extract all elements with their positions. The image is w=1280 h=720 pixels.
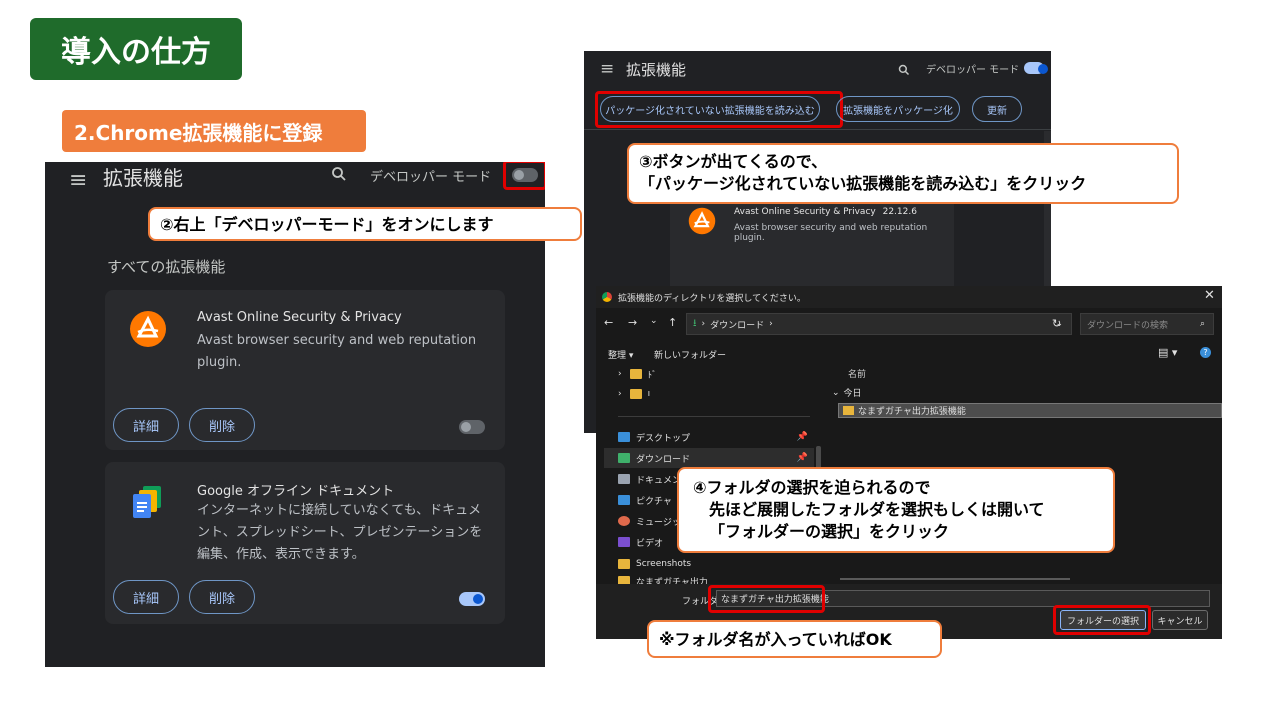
history-dropdown-icon[interactable]: ⌄ [650,316,658,326]
new-folder-button[interactable]: 新しいフォルダー [654,348,726,361]
sidebar-item-label: ビデオ [636,538,664,549]
page-title: 拡張機能 [626,61,687,79]
dialog-title: 拡張機能のディレクトリを選択してください。 [618,293,806,304]
download-icon: ⭳ [693,317,697,329]
extension-toggle[interactable] [459,420,485,434]
pin-icon: 📌 [796,432,808,442]
group-header-today[interactable]: ⌄ 今日 [832,386,862,400]
sidebar-item-screenshots[interactable]: Screenshots [604,554,814,574]
search-icon[interactable] [331,166,347,186]
google-docs-icon [131,484,165,524]
callout-step2-text: ②右上「デベロッパーモード」をオンにします [160,215,494,234]
extension-name: Google オフライン ドキュメント [197,484,395,499]
divider [618,416,810,417]
extension-description: Avast browser security and web reputatio… [197,333,477,370]
search-input[interactable]: ダウンロードの検索 ⌕ [1080,313,1214,335]
search-placeholder: ダウンロードの検索 [1087,320,1169,331]
search-icon: ⌕ [1199,319,1205,329]
callout-step4-line3: 「フォルダーの選択」をクリック [709,522,950,541]
extension-toggle[interactable] [459,592,485,606]
dev-mode-label: デベロッパー モード [370,170,492,185]
up-folder-icon[interactable]: ↑ [668,316,677,329]
extension-description: インターネットに接続していなくても、ドキュメント、スプレッドシート、プレゼンテー… [197,503,483,562]
refresh-icon[interactable]: ↻ [1052,317,1061,330]
divider [584,129,1051,130]
callout-step4-line1: ④フォルダの選択を迫られるので [693,478,931,497]
sidebar-item-downloads[interactable]: ダウンロード 📌 [604,448,814,468]
extension-name: Avast Online Security & Privacy 22.12.6 [734,207,917,217]
folder-field-highlight [708,585,825,613]
forward-icon[interactable]: → [628,316,637,329]
select-folder-highlight [1053,605,1151,635]
view-options-icon[interactable]: ▤ ▾ [1158,346,1177,359]
callout-step4: ④フォルダの選択を迫られるので 先ほど展開したフォルダを選択もしくは開いて 「フ… [677,467,1115,553]
search-icon[interactable] [898,61,910,80]
dev-mode-label: デベロッパー モード [926,65,1020,76]
tree-item[interactable]: › ı [604,384,814,404]
extension-version: 22.12.6 [882,207,917,217]
callout-step4-line2: 先ほど展開したフォルダを選択もしくは開いて [709,500,1045,519]
chevron-down-icon: ⌄ [832,387,840,398]
breadcrumb-separator-icon: › [701,319,706,329]
folder-item-selected[interactable]: なまずガチャ出力拡張機能 [838,403,1222,418]
horizontal-scrollbar[interactable] [840,578,1070,580]
callout-step2: ②右上「デベロッパーモード」をオンにします [148,207,582,241]
step-heading: 2.Chrome拡張機能に登録 [62,110,366,152]
avast-logo-icon [129,310,167,352]
menu-icon[interactable]: ≡ [69,168,87,193]
pin-icon: 📌 [796,453,808,463]
slide-title: 導入の仕方 [30,18,242,80]
details-button[interactable]: 詳細 [113,408,179,442]
address-bar[interactable]: ⭳ › ダウンロード › ⌄ [686,313,1072,335]
details-button[interactable]: 詳細 [113,580,179,614]
breadcrumb-downloads[interactable]: ダウンロード [710,318,764,331]
dev-mode-toggle[interactable] [512,168,538,182]
group-label: 今日 [843,389,862,399]
load-unpacked-highlight [595,91,843,128]
callout-step3-line2: 「パッケージ化されていない拡張機能を読み込む」をクリック [639,174,1087,193]
remove-button[interactable]: 削除 [189,580,255,614]
remove-button[interactable]: 削除 [189,408,255,442]
callout-step3: ③ボタンが出てくるので、 「パッケージ化されていない拡張機能を読み込む」をクリッ… [627,143,1179,204]
help-icon[interactable]: ? [1200,347,1211,358]
page-title: 拡張機能 [103,166,183,190]
chrome-icon [602,292,612,302]
back-icon[interactable]: ← [604,316,613,329]
close-icon[interactable]: ✕ [1204,288,1215,303]
section-title: すべての拡張機能 [107,258,226,276]
folder-icon [843,406,854,415]
avast-logo-icon [688,207,716,239]
callout-note: ※フォルダ名が入っていればOK [647,620,942,658]
sidebar-item-label: ダウンロード [636,454,691,465]
column-header-name[interactable]: 名前 [848,367,866,380]
sidebar-item-desktop[interactable]: デスクトップ 📌 [604,427,814,447]
extension-description: Avast browser security and web reputatio… [734,223,928,243]
sidebar-item-label: ピクチャ [636,496,672,507]
breadcrumb-chevron-icon: › [769,319,773,329]
callout-note-text: ※フォルダ名が入っていればOK [659,630,892,649]
extension-name: Avast Online Security & Privacy [197,310,402,325]
update-button[interactable]: 更新 [972,96,1022,122]
extension-name-text: Avast Online Security & Privacy [734,207,876,217]
folder-picker-dialog: 拡張機能のディレクトリを選択してください。 ✕ ← → ⌄ ↑ ⭳ › ダウンロ… [596,286,1222,639]
cancel-button[interactable]: キャンセル [1152,610,1208,630]
extension-card-google-docs: Google オフライン ドキュメント インターネットに接続していなくても、ドキ… [105,462,505,624]
callout-step3-line1: ③ボタンが出てくるので、 [639,152,828,171]
dev-mode-toggle[interactable] [1024,62,1048,74]
extension-card-avast: Avast Online Security & Privacy Avast br… [105,290,505,450]
sidebar-item-label: Screenshots [636,559,692,569]
tree-item[interactable]: › ﾄﾞ [604,364,814,384]
dialog-titlebar: 拡張機能のディレクトリを選択してください。 [596,286,1222,308]
pack-extension-button[interactable]: 拡張機能をパッケージ化 [836,96,960,122]
menu-icon[interactable]: ≡ [600,59,614,79]
folder-item-label: なまずガチャ出力拡張機能 [858,407,966,417]
sidebar-item-label: デスクトップ [636,433,691,444]
organize-button[interactable]: 整理 ▾ [608,348,633,361]
tree-item-label: ﾄﾞ [647,370,657,381]
